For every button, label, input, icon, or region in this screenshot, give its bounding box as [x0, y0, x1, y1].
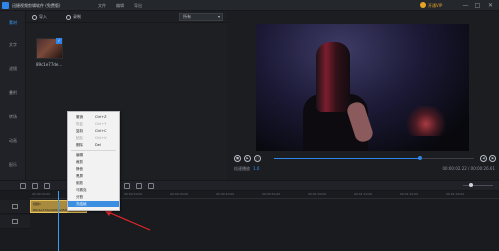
volume-icon[interactable]: ◀	[480, 155, 487, 162]
crown-icon	[420, 2, 426, 8]
context-menu-shortcut: Ctrl+C	[95, 129, 107, 133]
app-title: 迅捷视频剪辑软件 (免费版)	[12, 3, 61, 8]
sidebar-item-transition[interactable]: 转场	[0, 107, 26, 127]
media-filter-value: 所有	[183, 14, 191, 19]
context-menu-item[interactable]: 复制 Ctrl+C	[68, 128, 119, 134]
import-button[interactable]: 导入	[32, 14, 47, 20]
close-button[interactable]: ✕	[487, 2, 494, 9]
sidebar-item-music[interactable]: 配乐	[0, 155, 26, 175]
context-menu-item-label: 撤销	[76, 115, 83, 119]
media-thumbnail-name: 89c1e77de...	[36, 62, 63, 67]
context-menu-item[interactable]: 撤销 Ctrl+Z	[68, 114, 119, 120]
context-menu-item-label: 冻结帧	[76, 202, 87, 206]
speed-control[interactable]: 倍速播放 1.0	[234, 166, 259, 172]
menu-file[interactable]: 文件	[98, 3, 106, 9]
video-background-lights	[406, 106, 446, 136]
context-menu-item-label: 删除	[76, 143, 83, 147]
context-menu-item-label: 黑屏	[76, 174, 83, 178]
app-logo-icon	[2, 2, 9, 9]
video-subject-hair	[316, 42, 350, 112]
seek-progress	[274, 158, 420, 159]
sidebar-item-media[interactable]: 素材	[0, 13, 26, 33]
media-panel: 导入 录制 所有 ▾ ✓ 89c1e77de...	[26, 11, 227, 180]
import-icon	[32, 14, 37, 20]
media-toolbar: 导入 录制 所有 ▾	[26, 11, 227, 23]
context-menu-item[interactable]: 分割	[68, 194, 119, 200]
stop-icon[interactable]: ■	[234, 155, 241, 162]
play-icon[interactable]: ▶	[244, 155, 251, 162]
speed-value: 1.0	[253, 166, 260, 171]
context-menu-item[interactable]: 删除 Del	[68, 142, 119, 148]
context-menu-item-label: 恢复	[76, 122, 83, 126]
context-menu-item-label: 静音	[76, 167, 83, 171]
media-filter-select[interactable]: 所有 ▾	[179, 13, 223, 21]
record-label: 录制	[73, 14, 81, 19]
seek-handle[interactable]	[418, 156, 422, 160]
context-menu-item[interactable]: 冻结帧	[68, 201, 119, 207]
context-menu-shortcut: Ctrl+Z	[95, 115, 107, 119]
screenshot-icon[interactable]: ▣	[489, 155, 496, 162]
seek-bar[interactable]	[274, 156, 474, 160]
redo-icon[interactable]	[32, 183, 38, 189]
record-icon	[66, 14, 71, 20]
delete-icon[interactable]	[44, 183, 50, 189]
chevron-down-icon: ▾	[217, 14, 220, 19]
context-menu-shortcut: Ctrl+Y	[95, 122, 107, 126]
title-bar: 迅捷视频剪辑软件 (免费版) 文件 编辑 导出 开通VIP — □ ✕	[0, 0, 499, 11]
context-menu-item-label: 马赛克	[76, 188, 87, 192]
context-menu: 撤销 Ctrl+Z 恢复 Ctrl+Y 复制 Ctrl+C 粘贴 Ctrl+V 删除 Del 编辑裁…	[67, 111, 120, 211]
mute-icon[interactable]	[136, 183, 142, 189]
import-label: 导入	[39, 14, 47, 19]
speed-label: 倍速播放	[234, 166, 250, 171]
context-menu-shortcut: Ctrl+V	[95, 136, 107, 140]
undo-icon[interactable]	[20, 183, 26, 189]
timecode: 00:00:02.22 / 00:00:26.61	[442, 166, 495, 171]
context-menu-item-label: 编辑	[76, 153, 83, 157]
check-icon: ✓	[56, 38, 62, 44]
context-menu-item[interactable]: 马赛克	[68, 187, 119, 193]
preview-panel: ■ ▶ ▢ ◀ ▣ 倍速播放 1.0 00:00:02.22 / 00:00:26…	[228, 11, 499, 180]
context-menu-item[interactable]: 恢复 Ctrl+Y	[68, 121, 119, 127]
context-menu-item-label: 粘贴	[76, 136, 83, 140]
zoom-slider[interactable]	[463, 185, 493, 186]
sidebar-item-overlay[interactable]: 叠附	[0, 83, 26, 103]
vip-button[interactable]: 开通VIP	[420, 2, 450, 9]
playback-controls: ■ ▶ ▢ ◀ ▣	[234, 155, 496, 163]
record-button[interactable]: 录制	[66, 14, 81, 20]
context-menu-item[interactable]: 倒放	[68, 180, 119, 186]
maximize-button[interactable]: □	[474, 2, 481, 9]
context-menu-item[interactable]: 粘贴 Ctrl+V	[68, 135, 119, 141]
zoom-handle[interactable]	[469, 183, 473, 187]
crop-icon[interactable]	[124, 183, 130, 189]
context-menu-item-label: 分割	[76, 195, 83, 199]
sidebar-item-filter[interactable]: 滤镜	[0, 59, 26, 79]
context-menu-item-label: 复制	[76, 129, 83, 133]
context-menu-item[interactable]: 编辑	[68, 152, 119, 158]
context-menu-item[interactable]: 裁剪	[68, 159, 119, 165]
menu-separator	[71, 150, 116, 151]
minimize-button[interactable]: —	[462, 2, 469, 9]
mosaic-icon[interactable]	[148, 183, 154, 189]
sidebar: 素材 文字 滤镜 叠附 转场 动画 配乐	[0, 11, 26, 180]
vip-label: 开通VIP	[428, 3, 443, 8]
video-preview	[256, 24, 469, 151]
menu-export[interactable]: 导出	[134, 3, 142, 9]
fullscreen-icon[interactable]: ▢	[254, 155, 261, 162]
sidebar-item-text[interactable]: 文字	[0, 35, 26, 55]
context-menu-item[interactable]: 黑屏	[68, 173, 119, 179]
context-menu-item-label: 裁剪	[76, 160, 83, 164]
context-menu-item-label: 倒放	[76, 181, 83, 185]
menu-edit[interactable]: 编辑	[116, 3, 124, 9]
sidebar-item-animation[interactable]: 动画	[0, 131, 26, 151]
context-menu-item[interactable]: 静音	[68, 166, 119, 172]
context-menu-shortcut: Del	[95, 143, 101, 147]
